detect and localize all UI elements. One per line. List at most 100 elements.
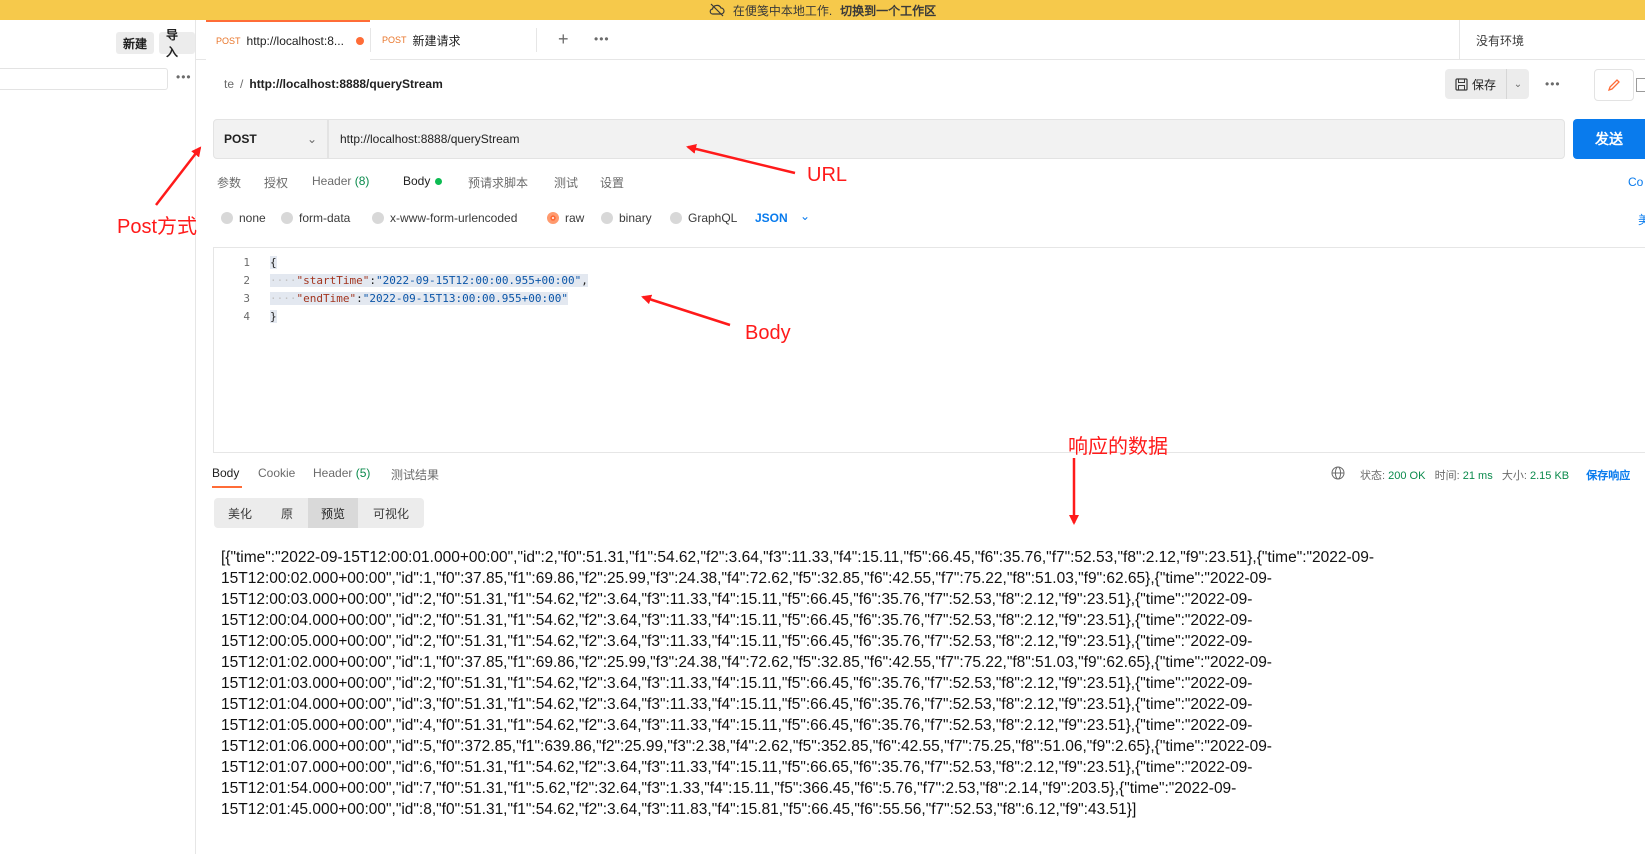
annotation-post: Post方式 [117, 216, 198, 238]
globe-icon[interactable] [1331, 466, 1345, 480]
save-button-group: 保存 ⌄ [1445, 69, 1529, 99]
radio-graphql[interactable]: GraphQL [670, 211, 737, 225]
sidebar-filter-input[interactable] [0, 68, 168, 90]
cookies-link[interactable]: Co [1628, 175, 1643, 189]
document-icon[interactable] [1636, 78, 1645, 92]
code-content: { ····"startTime":"2022-09-15T12:00:00.9… [270, 254, 588, 326]
sidebar: 新建 导入 ••• [0, 20, 196, 854]
annotation-body: Body [745, 322, 791, 344]
resp-headers-count: (5) [355, 466, 371, 480]
environment-selector[interactable]: 没有环境 [1459, 20, 1645, 60]
unsaved-dot-icon [355, 37, 364, 45]
view-pretty[interactable]: 美化 [214, 498, 266, 528]
radio-label: GraphQL [688, 211, 738, 225]
json-comma: , [581, 274, 588, 287]
tab-method: POST [382, 35, 407, 45]
json-value: "2022-09-15T12:00:00.955+00:00" [375, 274, 582, 287]
view-preview[interactable]: 预览 [308, 498, 358, 528]
radio-circle [281, 212, 293, 224]
size-label: 大小: [1501, 470, 1527, 482]
request-tab-bar: POST http://localhost:8... POST 新建请求 + •… [196, 20, 1645, 60]
resp-tab-cookies[interactable]: Cookie [258, 466, 295, 480]
workspace-banner: 在便笺中本地工作. 切换到一个工作区 [0, 0, 1645, 20]
time-value[interactable]: 21 ms [1463, 470, 1493, 482]
code-line: } [270, 308, 588, 326]
resp-tab-headers[interactable]: Header (5) [313, 466, 370, 480]
tab-body[interactable]: Body [403, 174, 443, 188]
sidebar-more-icon[interactable]: ••• [176, 70, 192, 84]
tab-divider [370, 28, 371, 52]
tab-auth[interactable]: 授权 [264, 174, 288, 191]
cloud-off-icon [709, 3, 725, 17]
banner-text: 在便笺中本地工作. [732, 3, 833, 18]
radio-urlencoded[interactable]: x-www-form-urlencoded [372, 211, 517, 225]
new-button[interactable]: 新建 [116, 32, 155, 54]
resp-tab-body[interactable]: Body [212, 466, 239, 480]
code-line: ····"endTime":"2022-09-15T13:00:00.955+0… [270, 292, 569, 305]
request-more-icon[interactable]: ••• [1545, 77, 1561, 91]
size-value[interactable]: 2.15 KB [1530, 470, 1569, 482]
request-tab[interactable]: POST 新建请求 [372, 20, 532, 60]
response-line: 15T12:01:07.000+00:00","id":6,"f0":51.31… [221, 759, 1253, 776]
radio-label: x-www-form-urlencoded [390, 211, 518, 225]
radio-binary[interactable]: binary [601, 211, 652, 225]
breadcrumb-parent[interactable]: te [224, 77, 234, 91]
tab-settings[interactable]: 设置 [600, 174, 624, 191]
pencil-icon [1607, 79, 1620, 92]
save-button[interactable]: 保存 [1445, 69, 1507, 99]
body-editor[interactable]: 1 2 3 4 { ····"startTime":"2022-09-15T12… [213, 247, 1645, 453]
tab-params[interactable]: 参数 [217, 174, 241, 191]
tab-method: POST [216, 36, 241, 46]
response-line: 15T12:00:04.000+00:00","id":2,"f0":51.31… [221, 612, 1253, 629]
view-raw[interactable]: 原 [266, 498, 308, 528]
raw-format-select[interactable]: JSON [755, 211, 788, 225]
edit-button[interactable] [1594, 69, 1634, 101]
annotation-response: 响应的数据 [1068, 436, 1168, 458]
time-label: 时间: [1434, 470, 1460, 482]
radio-form-data[interactable]: form-data [281, 211, 350, 225]
tab-more-icon[interactable]: ••• [594, 32, 610, 46]
status-value[interactable]: 200 OK [1388, 470, 1425, 482]
code-line: { [270, 254, 588, 272]
code-brace: { [270, 256, 277, 269]
save-response-button[interactable]: 保存响应 [1586, 470, 1630, 482]
switch-workspace-link[interactable]: 切换到一个工作区 [840, 2, 936, 19]
response-line: 15T12:00:02.000+00:00","id":1,"f0":37.85… [221, 570, 1272, 587]
chevron-down-icon[interactable]: ⌄ [1507, 79, 1529, 90]
active-tab-indicator [212, 486, 242, 488]
url-input[interactable] [328, 119, 1565, 159]
breadcrumb-separator: / [240, 77, 244, 91]
chevron-down-icon[interactable]: ⌄ [800, 209, 810, 223]
import-button[interactable]: 导入 [159, 28, 195, 59]
add-tab-icon[interactable]: + [558, 29, 569, 50]
breadcrumb: te / http://localhost:8888/queryStream [224, 77, 443, 91]
tab-body-label: Body [403, 174, 431, 188]
send-button[interactable]: 发送 [1573, 119, 1645, 159]
response-line: 15T12:01:05.000+00:00","id":4,"f0":51.31… [221, 717, 1253, 734]
radio-label: none [239, 211, 266, 225]
json-key: "startTime" [296, 274, 370, 287]
response-line: 15T12:01:06.000+00:00","id":5,"f0":372.8… [221, 738, 1272, 755]
save-label: 保存 [1472, 77, 1497, 92]
tab-label: 新建请求 [412, 33, 461, 48]
radio-raw[interactable]: raw [547, 211, 584, 225]
tab-headers[interactable]: Header (8) [312, 174, 369, 188]
radio-circle [670, 212, 682, 224]
method-select[interactable]: POST ⌄ [213, 119, 328, 159]
radio-label: binary [619, 211, 652, 225]
radio-circle-selected [547, 212, 559, 224]
beautify-link[interactable]: 美 [1638, 211, 1645, 228]
response-line: 15T12:00:03.000+00:00","id":2,"f0":51.31… [221, 591, 1253, 608]
resp-tab-test-results[interactable]: 测试结果 [391, 466, 439, 483]
request-tab[interactable]: POST http://localhost:8... [206, 20, 370, 60]
response-line: 15T12:00:05.000+00:00","id":2,"f0":51.31… [221, 633, 1253, 650]
response-line: 15T12:01:54.000+00:00","id":7,"f0":51.31… [221, 780, 1237, 797]
view-visualize[interactable]: 可视化 [358, 498, 424, 528]
response-view-toggle: 美化 原 预览 可视化 [214, 498, 424, 528]
breadcrumb-current[interactable]: http://localhost:8888/queryStream [249, 77, 442, 91]
response-line: 15T12:01:03.000+00:00","id":2,"f0":51.31… [221, 675, 1253, 692]
radio-circle [601, 212, 613, 224]
tab-prerequest[interactable]: 预请求脚本 [468, 174, 528, 191]
tab-tests[interactable]: 测试 [554, 174, 578, 191]
radio-none[interactable]: none [221, 211, 266, 225]
